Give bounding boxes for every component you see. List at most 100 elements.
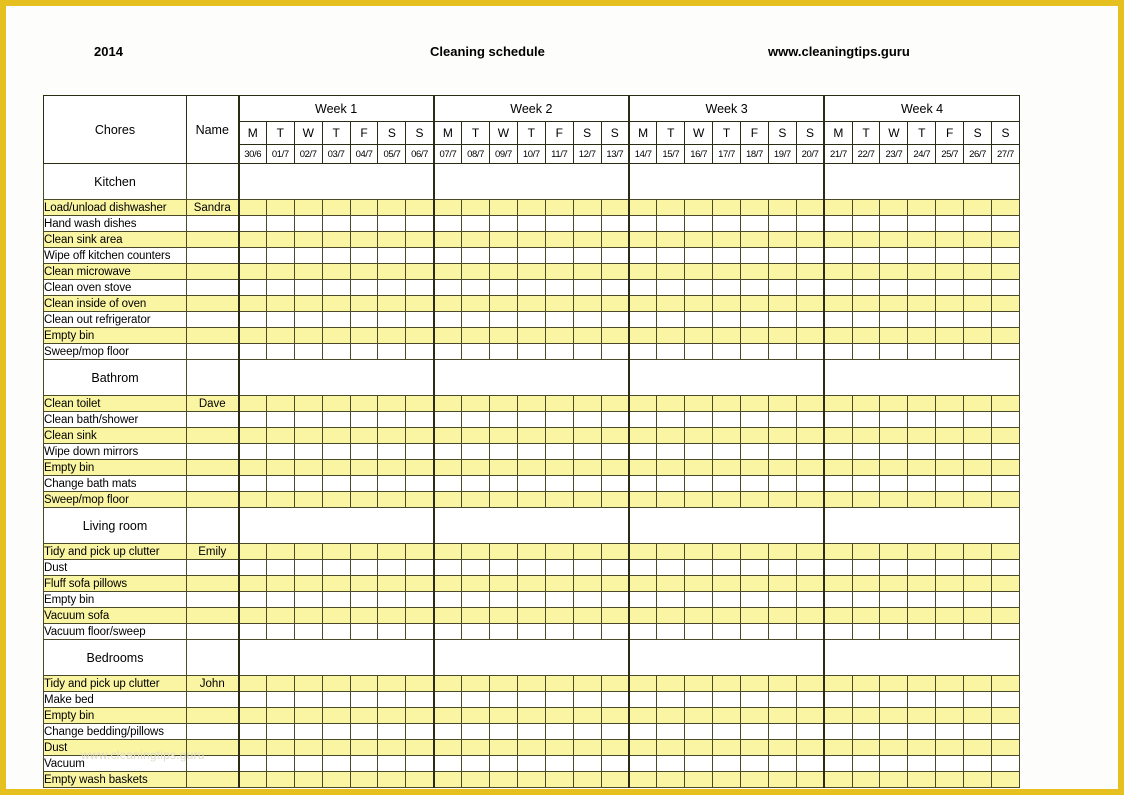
chore-day-checkbox-cell[interactable] [656,675,686,692]
assignee-cell[interactable]: Dave [186,395,239,412]
chore-day-checkbox-cell[interactable] [377,311,407,328]
chore-day-checkbox-cell[interactable] [461,675,491,692]
chore-day-checkbox-cell[interactable] [321,427,351,444]
chore-day-checkbox-cell[interactable] [684,427,714,444]
chore-day-checkbox-cell[interactable] [823,247,853,264]
chore-day-checkbox-cell[interactable] [907,559,937,576]
chore-day-checkbox-cell[interactable] [405,459,435,476]
chore-day-checkbox-cell[interactable] [656,771,686,788]
chore-day-checkbox-cell[interactable] [461,707,491,724]
chore-day-checkbox-cell[interactable] [656,623,686,640]
chore-day-checkbox-cell[interactable] [432,295,463,312]
chore-day-checkbox-cell[interactable] [963,739,993,756]
chore-day-checkbox-cell[interactable] [795,723,825,740]
chore-day-checkbox-cell[interactable] [237,411,267,428]
chore-day-checkbox-cell[interactable] [991,475,1020,492]
chore-day-checkbox-cell[interactable] [600,247,630,264]
chore-day-checkbox-cell[interactable] [600,295,630,312]
chore-day-checkbox-cell[interactable] [461,623,491,640]
chore-day-checkbox-cell[interactable] [767,279,797,296]
chore-day-checkbox-cell[interactable] [489,395,518,412]
chore-day-checkbox-cell[interactable] [432,459,463,476]
chore-day-checkbox-cell[interactable] [879,691,909,708]
chore-day-checkbox-cell[interactable] [600,771,630,788]
chore-day-checkbox-cell[interactable] [516,215,546,232]
chore-day-checkbox-cell[interactable] [767,199,797,216]
chore-day-checkbox-cell[interactable] [656,427,686,444]
chore-day-checkbox-cell[interactable] [237,591,267,608]
chore-day-checkbox-cell[interactable] [684,343,714,360]
chore-day-checkbox-cell[interactable] [935,723,965,740]
chore-day-checkbox-cell[interactable] [432,215,463,232]
chore-day-checkbox-cell[interactable] [432,675,463,692]
chore-day-checkbox-cell[interactable] [684,231,714,248]
chore-day-checkbox-cell[interactable] [991,343,1020,360]
chore-day-checkbox-cell[interactable] [349,623,379,640]
chore-day-checkbox-cell[interactable] [935,411,965,428]
chore-day-checkbox-cell[interactable] [823,231,853,248]
chore-day-checkbox-cell[interactable] [740,491,769,508]
chore-day-checkbox-cell[interactable] [461,723,491,740]
chore-day-checkbox-cell[interactable] [600,327,630,344]
chore-day-checkbox-cell[interactable] [795,575,825,592]
chore-day-checkbox-cell[interactable] [963,623,993,640]
chore-day-checkbox-cell[interactable] [489,247,518,264]
chore-day-checkbox-cell[interactable] [293,491,323,508]
chore-day-checkbox-cell[interactable] [237,739,267,756]
chore-day-checkbox-cell[interactable] [879,311,909,328]
chore-day-checkbox-cell[interactable] [461,411,491,428]
chore-day-checkbox-cell[interactable] [432,559,463,576]
chore-day-checkbox-cell[interactable] [516,327,546,344]
chore-day-checkbox-cell[interactable] [907,215,937,232]
chore-day-checkbox-cell[interactable] [293,443,323,460]
chore-day-checkbox-cell[interactable] [935,623,965,640]
chore-day-checkbox-cell[interactable] [935,327,965,344]
assignee-cell[interactable] [186,771,239,788]
chore-day-checkbox-cell[interactable] [712,543,742,560]
chore-day-checkbox-cell[interactable] [795,427,825,444]
chore-day-checkbox-cell[interactable] [600,395,630,412]
chore-day-checkbox-cell[interactable] [851,707,881,724]
chore-day-checkbox-cell[interactable] [627,675,658,692]
chore-day-checkbox-cell[interactable] [321,543,351,560]
chore-day-checkbox-cell[interactable] [600,607,630,624]
chore-day-checkbox-cell[interactable] [321,591,351,608]
chore-day-checkbox-cell[interactable] [907,443,937,460]
chore-day-checkbox-cell[interactable] [461,263,491,280]
chore-day-checkbox-cell[interactable] [516,411,546,428]
chore-day-checkbox-cell[interactable] [405,591,435,608]
chore-day-checkbox-cell[interactable] [656,411,686,428]
chore-day-checkbox-cell[interactable] [293,771,323,788]
chore-day-checkbox-cell[interactable] [712,755,742,772]
chore-day-checkbox-cell[interactable] [684,607,714,624]
chore-day-checkbox-cell[interactable] [572,311,602,328]
chore-day-checkbox-cell[interactable] [627,723,658,740]
chore-day-checkbox-cell[interactable] [489,543,518,560]
chore-day-checkbox-cell[interactable] [851,231,881,248]
chore-day-checkbox-cell[interactable] [489,427,518,444]
chore-day-checkbox-cell[interactable] [377,771,407,788]
chore-day-checkbox-cell[interactable] [823,491,853,508]
chore-day-checkbox-cell[interactable] [600,343,630,360]
chore-day-checkbox-cell[interactable] [237,623,267,640]
chore-day-checkbox-cell[interactable] [349,411,379,428]
chore-day-checkbox-cell[interactable] [907,343,937,360]
chore-day-checkbox-cell[interactable] [991,707,1020,724]
chore-day-checkbox-cell[interactable] [293,395,323,412]
chore-day-checkbox-cell[interactable] [935,475,965,492]
chore-day-checkbox-cell[interactable] [795,691,825,708]
chore-day-checkbox-cell[interactable] [377,199,407,216]
chore-day-checkbox-cell[interactable] [935,591,965,608]
chore-day-checkbox-cell[interactable] [377,459,407,476]
chore-day-checkbox-cell[interactable] [740,411,769,428]
chore-day-checkbox-cell[interactable] [293,543,323,560]
chore-day-checkbox-cell[interactable] [935,295,965,312]
chore-day-checkbox-cell[interactable] [907,755,937,772]
chore-day-checkbox-cell[interactable] [879,411,909,428]
chore-day-checkbox-cell[interactable] [851,691,881,708]
chore-day-checkbox-cell[interactable] [795,607,825,624]
chore-day-checkbox-cell[interactable] [991,723,1020,740]
chore-day-checkbox-cell[interactable] [293,723,323,740]
assignee-cell[interactable] [186,295,239,312]
chore-day-checkbox-cell[interactable] [405,279,435,296]
